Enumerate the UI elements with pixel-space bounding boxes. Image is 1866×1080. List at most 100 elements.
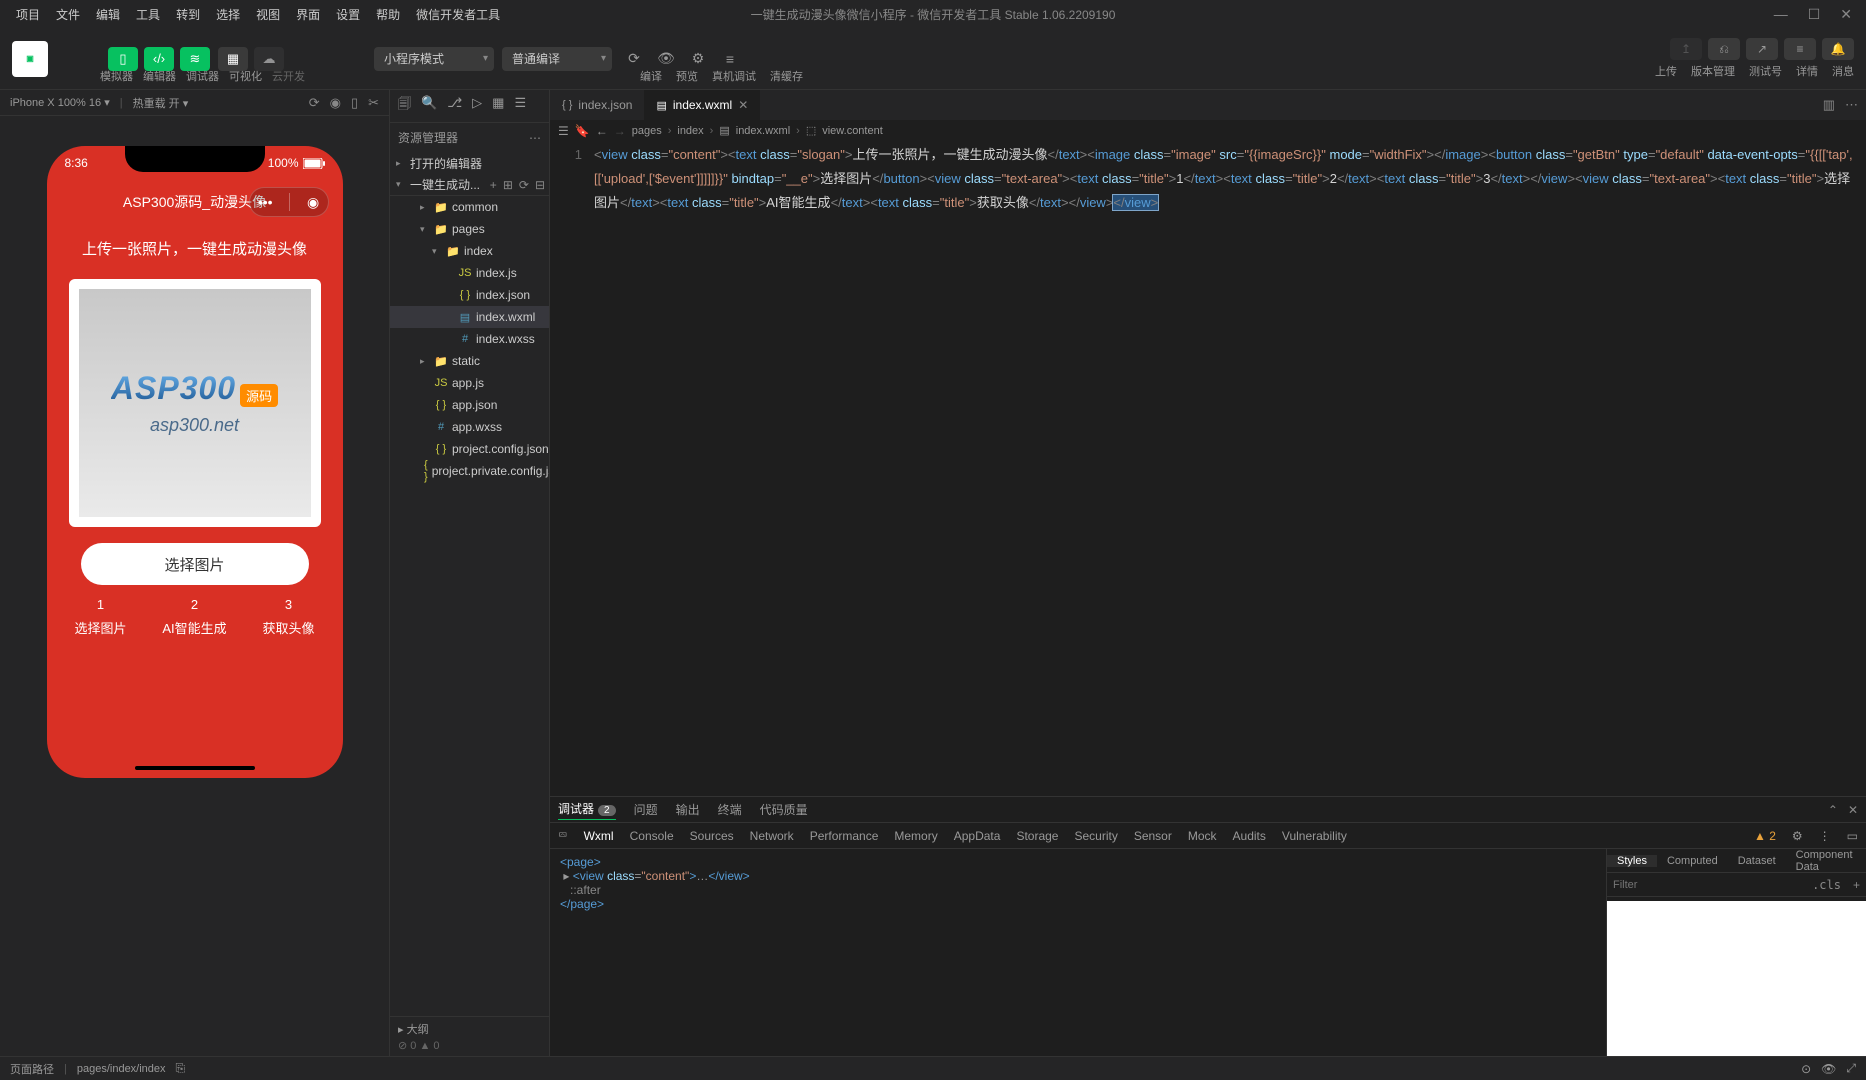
dock-icon[interactable]: ▭: [1847, 829, 1858, 843]
maximize-icon[interactable]: ☐: [1808, 6, 1821, 23]
dt-subtab[interactable]: Mock: [1188, 829, 1217, 843]
dt-subtab[interactable]: Console: [630, 829, 674, 843]
refresh-icon[interactable]: ⟳: [519, 178, 529, 192]
inspect-icon[interactable]: ⮹: [558, 828, 568, 843]
device-debug-icon[interactable]: ⚙: [684, 47, 712, 71]
device-select[interactable]: iPhone X 100% 16 ▾: [10, 96, 110, 109]
dt-tab[interactable]: 代码质量: [760, 801, 808, 818]
menu-item[interactable]: 视图: [248, 0, 288, 28]
tree-item[interactable]: { }project.private.config.js...: [390, 460, 549, 482]
tree-item[interactable]: ▤index.wxml: [390, 306, 549, 328]
tree-item[interactable]: ▾📁index: [390, 240, 549, 262]
editor-tab[interactable]: { }index.json: [550, 90, 644, 120]
mode-dropdown[interactable]: 小程序模式: [374, 47, 494, 71]
split-icon[interactable]: ▥: [1823, 97, 1835, 113]
dt-subtab[interactable]: Performance: [810, 829, 879, 843]
clear-cache-icon[interactable]: ≡: [716, 47, 744, 71]
version-button[interactable]: ⎌: [1708, 38, 1740, 60]
page-path[interactable]: pages/index/index: [77, 1063, 166, 1075]
dt-subtab[interactable]: Sensor: [1134, 829, 1172, 843]
tree-item[interactable]: ▸📁static: [390, 350, 549, 372]
git-icon[interactable]: ⎇: [447, 95, 462, 117]
visual-button[interactable]: ▦: [218, 47, 248, 71]
cls-toggle[interactable]: .cls: [1806, 878, 1847, 892]
menu-item[interactable]: 微信开发者工具: [408, 0, 508, 28]
editor-button[interactable]: ‹/›: [144, 47, 174, 71]
upload-button[interactable]: ↥: [1670, 38, 1702, 60]
new-file-icon[interactable]: +: [490, 178, 497, 192]
tree-item[interactable]: { }index.json: [390, 284, 549, 306]
preview-icon[interactable]: 👁: [652, 47, 680, 71]
more-icon[interactable]: ⋯: [529, 131, 541, 145]
close-icon[interactable]: ✕: [1840, 6, 1852, 23]
compile-dropdown[interactable]: 普通编译: [502, 47, 612, 71]
dt-tab[interactable]: 输出: [676, 801, 700, 818]
test-button[interactable]: ↗: [1746, 38, 1778, 60]
forward-icon[interactable]: →: [614, 124, 626, 138]
dt-subtab[interactable]: Audits: [1233, 829, 1266, 843]
stop-icon[interactable]: ◉: [330, 95, 341, 111]
dataset-tab[interactable]: Dataset: [1728, 855, 1786, 867]
code-editor[interactable]: 1 <view class="content"><text class="slo…: [550, 142, 1866, 796]
tree-item[interactable]: JSapp.js: [390, 372, 549, 394]
gear-icon[interactable]: ⚙: [1792, 829, 1803, 843]
dt-subtab[interactable]: Memory: [894, 829, 937, 843]
dt-tab[interactable]: 问题: [634, 801, 658, 818]
breadcrumb[interactable]: ☰ 🔖 ← → pages› index› ▤index.wxml› ⬚view…: [550, 120, 1866, 142]
detail-button[interactable]: ≡: [1784, 38, 1816, 60]
profile-icon[interactable]: ☰: [514, 95, 526, 117]
wxml-tree[interactable]: <page> ▸ <view class="content">…</view> …: [550, 849, 1606, 1056]
dt-tab[interactable]: 终端: [718, 801, 742, 818]
menu-item[interactable]: 转到: [168, 0, 208, 28]
outline-header[interactable]: ▸ 大纲: [398, 1021, 541, 1037]
files-icon[interactable]: 🗐: [398, 95, 411, 117]
tree-item[interactable]: ▸📁common: [390, 196, 549, 218]
dt-subtab[interactable]: Security: [1074, 829, 1117, 843]
dt-subtab[interactable]: Network: [750, 829, 794, 843]
choose-image-button[interactable]: 选择图片: [81, 543, 309, 585]
tree-item[interactable]: #app.wxss: [390, 416, 549, 438]
dt-subtab[interactable]: Wxml: [584, 829, 614, 843]
tree-item[interactable]: { }project.config.json: [390, 438, 549, 460]
new-folder-icon[interactable]: ⊞: [503, 178, 513, 192]
dt-tab[interactable]: 调试器2: [558, 800, 616, 820]
menu-item[interactable]: 文件: [48, 0, 88, 28]
project-root[interactable]: ▾一键生成动...+⊞⟳⊟: [390, 174, 549, 196]
mobile-icon[interactable]: ▯: [351, 95, 358, 111]
menu-item[interactable]: 项目: [8, 0, 48, 28]
menu-dots-icon[interactable]: •••: [258, 194, 273, 210]
expand-icon[interactable]: ⤢: [1846, 1061, 1856, 1076]
target-icon[interactable]: ⊙: [1801, 1062, 1811, 1076]
dt-subtab[interactable]: Storage: [1016, 829, 1058, 843]
close-icon[interactable]: ✕: [738, 98, 748, 112]
message-button[interactable]: 🔔: [1822, 38, 1854, 60]
kebab-icon[interactable]: ⋮: [1819, 829, 1831, 843]
menu-item[interactable]: 界面: [288, 0, 328, 28]
minimize-icon[interactable]: —: [1774, 6, 1788, 22]
compile-icon[interactable]: ⟳: [620, 47, 648, 71]
menu-item[interactable]: 设置: [328, 0, 368, 28]
component-tab[interactable]: Component Data: [1786, 849, 1866, 873]
simulator-button[interactable]: ▯: [108, 47, 138, 71]
close-icon[interactable]: ✕: [1848, 803, 1858, 817]
hot-reload[interactable]: 热重载 开 ▾: [133, 95, 189, 111]
menu-item[interactable]: 选择: [208, 0, 248, 28]
cut-icon[interactable]: ✂: [368, 95, 379, 111]
tree-item[interactable]: ▾📁pages: [390, 218, 549, 240]
ext-icon[interactable]: ▦: [492, 95, 504, 117]
menu-item[interactable]: 工具: [128, 0, 168, 28]
open-editors-header[interactable]: ▸打开的编辑器: [390, 152, 549, 174]
more-icon[interactable]: ⋯: [1845, 97, 1858, 113]
phone-simulator[interactable]: 8:36 100% ASP300源码_动漫头像 ••• ◉: [47, 146, 343, 778]
back-icon[interactable]: ←: [596, 124, 608, 138]
styles-tab[interactable]: Styles: [1607, 855, 1657, 867]
menu-item[interactable]: 编辑: [88, 0, 128, 28]
editor-tab[interactable]: ▤index.wxml✕: [644, 90, 760, 120]
list-icon[interactable]: ☰: [558, 124, 569, 138]
filter-input[interactable]: [1607, 879, 1806, 891]
dt-subtab[interactable]: Sources: [690, 829, 734, 843]
tree-item[interactable]: JSindex.js: [390, 262, 549, 284]
chevron-up-icon[interactable]: ⌃: [1828, 803, 1838, 817]
collapse-icon[interactable]: ⊟: [535, 178, 545, 192]
target-icon[interactable]: ◉: [307, 194, 319, 211]
